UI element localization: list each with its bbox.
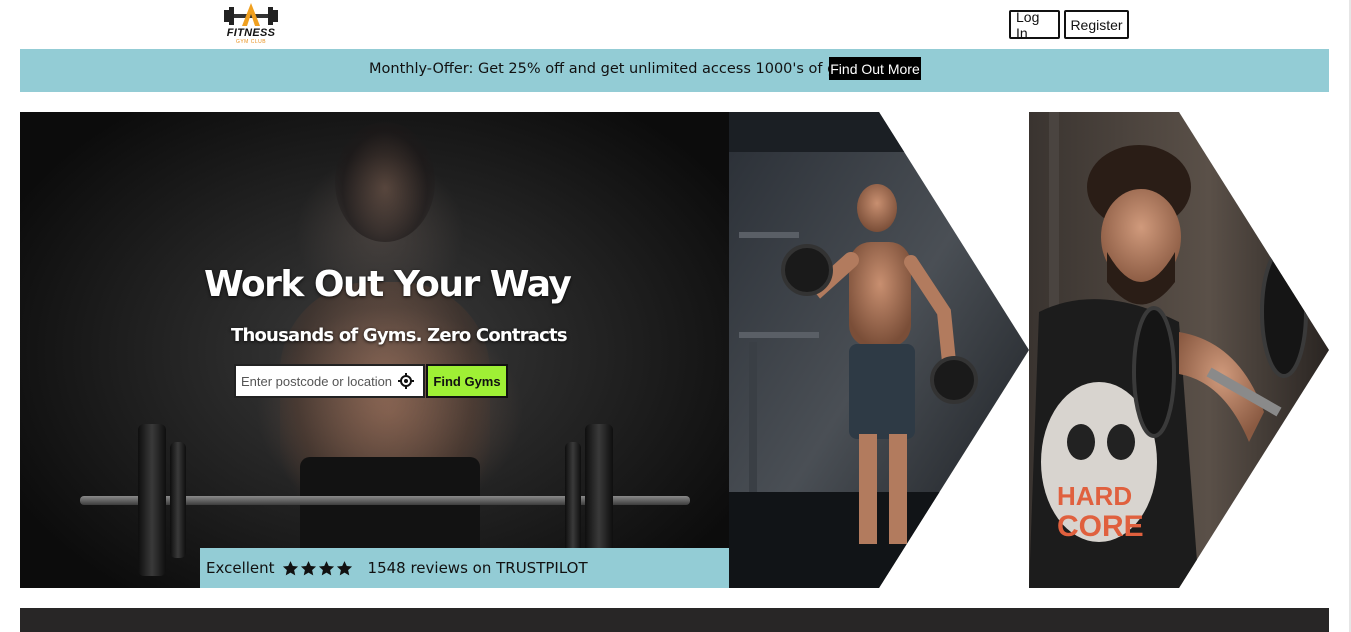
hero-image-head <box>335 122 435 242</box>
trust-rating-label: Excellent <box>206 559 275 577</box>
svg-text:HARD: HARD <box>1057 481 1132 511</box>
postcode-input[interactable] <box>236 367 396 395</box>
barbell-plate <box>138 424 166 576</box>
barbell-plate <box>565 442 581 558</box>
crosshair-icon[interactable] <box>396 371 416 391</box>
gym-photo-chevron-2: HARD CORE <box>1029 112 1329 588</box>
site-logo[interactable]: FITNESS GYM CLUB <box>222 2 280 46</box>
dumbbell-logo-icon <box>224 3 278 26</box>
find-out-more-button[interactable]: Find Out More <box>829 57 921 80</box>
login-button[interactable]: Log In <box>1009 9 1060 41</box>
star-icon <box>318 560 334 575</box>
hero-section: Work Out Your Way Thousands of Gyms. Zer… <box>20 112 729 588</box>
trust-reviews-text: 1548 reviews on TRUSTPILOT <box>367 559 588 577</box>
svg-text:CORE: CORE <box>1057 510 1144 543</box>
gym-photo-chevron-1 <box>729 112 1029 588</box>
find-gyms-button[interactable]: Find Gyms <box>426 364 508 398</box>
offer-banner: Monthly-Offer: Get 25% off and get unlim… <box>20 49 1329 92</box>
location-search <box>234 364 425 398</box>
hero-title: Work Out Your Way <box>204 264 572 305</box>
register-button[interactable]: Register <box>1064 10 1129 39</box>
trustpilot-bar[interactable]: Excellent 1548 reviews on TRUSTPILOT <box>200 548 729 588</box>
star-icon <box>336 560 352 575</box>
offer-text: Monthly-Offer: Get 25% off and get unlim… <box>369 61 873 77</box>
star-icon <box>300 560 316 575</box>
logo-subtext: GYM CLUB <box>235 39 267 45</box>
logo-text: FITNESS <box>226 27 276 39</box>
star-icon <box>282 560 298 575</box>
footer-strip <box>20 608 1329 632</box>
hero-subtitle: Thousands of Gyms. Zero Contracts <box>231 325 568 346</box>
rating-stars <box>282 560 354 577</box>
barbell-plate <box>170 442 186 558</box>
hero-image-shorts <box>300 457 480 557</box>
